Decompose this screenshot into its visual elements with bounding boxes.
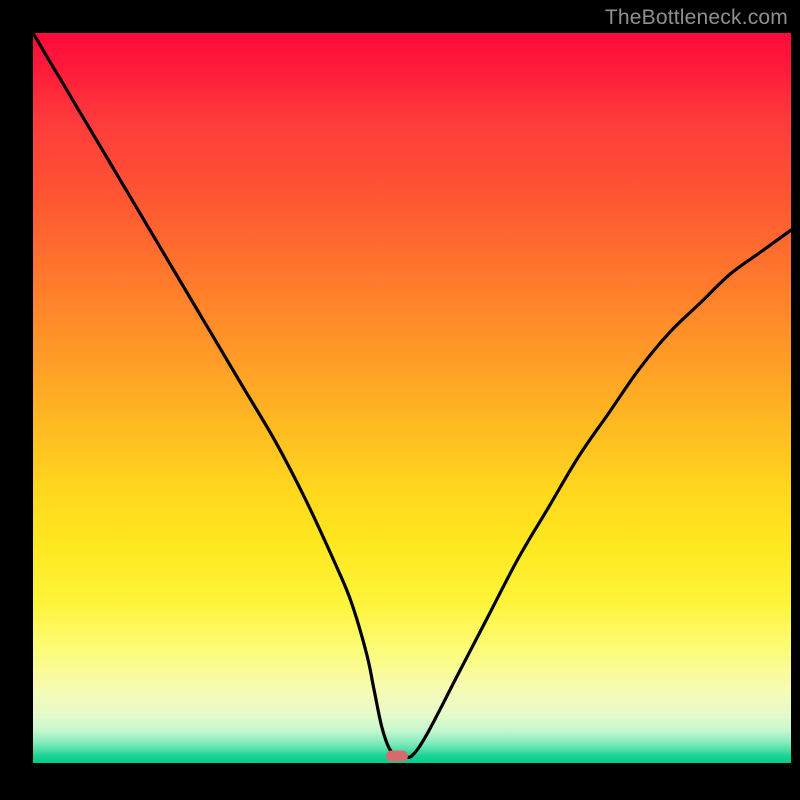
bottleneck-curve: [33, 33, 791, 763]
plot-area: [33, 33, 791, 763]
watermark-text: TheBottleneck.com: [605, 6, 788, 30]
optimal-marker: [386, 750, 408, 761]
chart-frame: TheBottleneck.com: [0, 0, 800, 800]
